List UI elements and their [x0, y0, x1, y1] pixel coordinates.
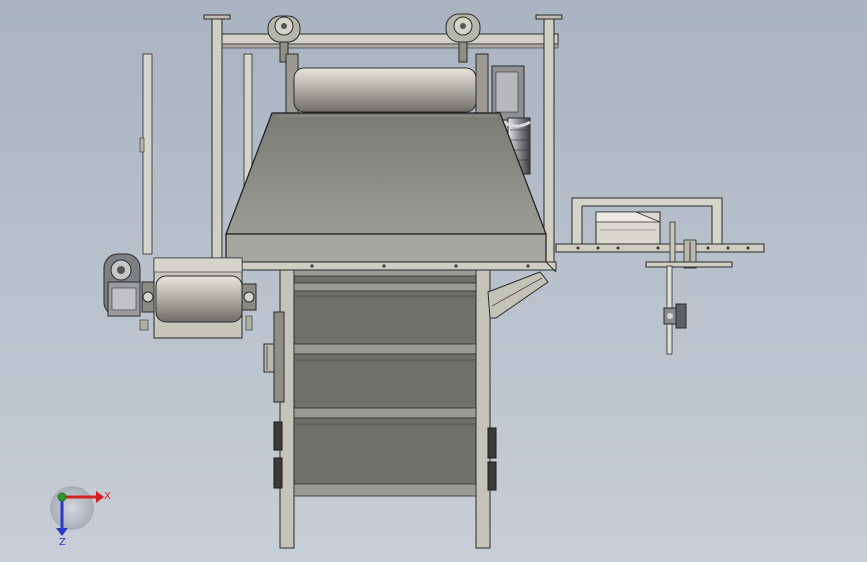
y-axis-dot — [57, 492, 67, 502]
conveyor-belt — [293, 269, 477, 496]
side-drive-pulley — [263, 311, 285, 403]
upper-roller — [285, 53, 489, 115]
hood-front-plate — [225, 233, 547, 263]
discharge-chute — [487, 271, 549, 319]
left-side-rail — [279, 265, 295, 549]
left-drive-unit — [103, 253, 257, 339]
right-side-rail — [475, 265, 491, 549]
incline-conveyor — [263, 265, 549, 549]
feed-hood — [225, 112, 547, 235]
top-right-pulley — [445, 13, 481, 63]
left-post — [211, 17, 223, 263]
cad-viewport[interactable]: X Z — [0, 0, 867, 562]
x-axis-label: X — [104, 491, 111, 502]
side-arm-bar — [555, 243, 765, 253]
small-actuator — [663, 303, 687, 329]
z-axis-label: Z — [59, 537, 66, 548]
upper-frame — [139, 13, 563, 273]
right-side-attachment — [555, 197, 765, 355]
left-gear-motor — [103, 253, 141, 317]
axis-triad: X Z — [50, 486, 111, 548]
right-post — [543, 17, 555, 263]
conveyor-drawing: X Z — [50, 13, 765, 549]
drive-drum — [155, 275, 243, 323]
